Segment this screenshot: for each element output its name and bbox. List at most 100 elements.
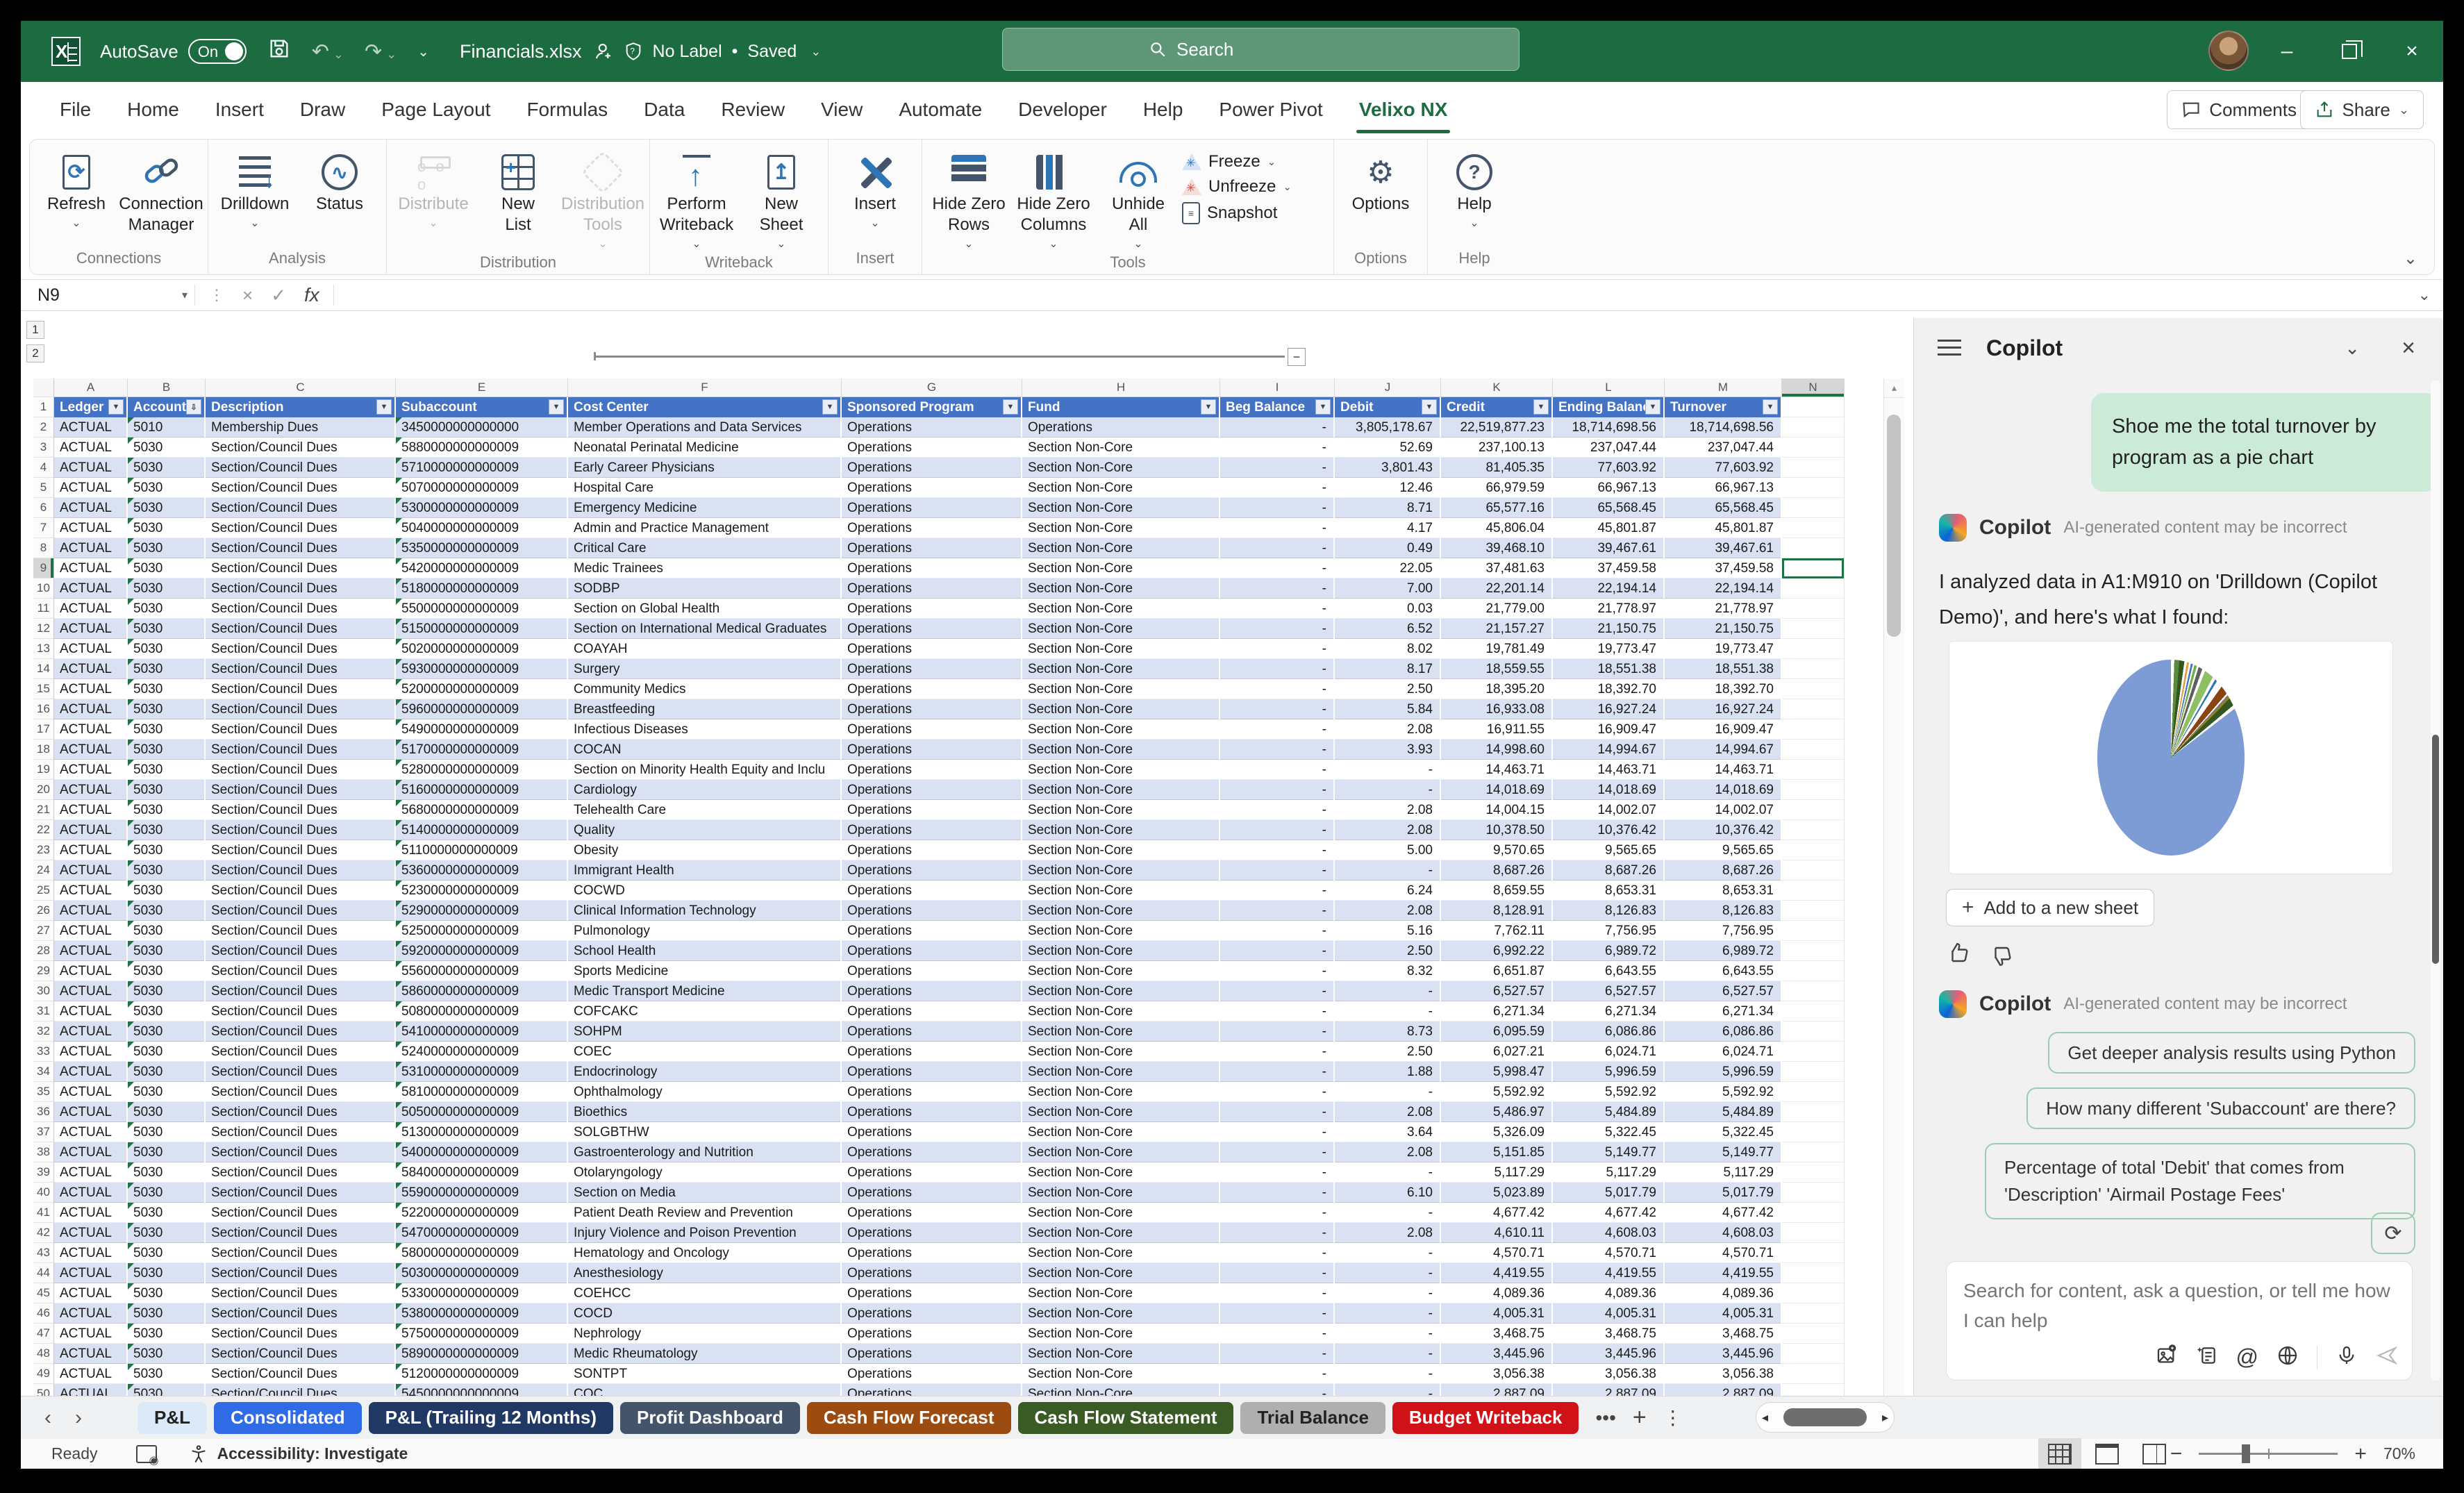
table-row[interactable]: 37ACTUAL5030Section/Council Dues51300000… xyxy=(21,1122,1910,1142)
row-number[interactable]: 38 xyxy=(33,1142,54,1162)
zoom-slider[interactable] xyxy=(2199,1453,2338,1455)
row-number[interactable]: 15 xyxy=(33,679,54,699)
header-account[interactable]: Account⇩ xyxy=(128,397,206,417)
add-image-icon[interactable] xyxy=(2156,1344,2178,1370)
header-fund[interactable]: Fund▼ xyxy=(1022,397,1220,417)
quick-access-chevron-icon[interactable]: ⌄ xyxy=(417,43,429,60)
table-row[interactable]: 35ACTUAL5030Section/Council Dues58100000… xyxy=(21,1082,1910,1102)
table-row[interactable]: 33ACTUAL5030Section/Council Dues52400000… xyxy=(21,1042,1910,1062)
scroll-up-icon[interactable]: ▴ xyxy=(1884,378,1904,398)
table-row[interactable]: 14ACTUAL5030Section/Council Dues59300000… xyxy=(21,659,1910,679)
row-number[interactable]: 26 xyxy=(33,901,54,921)
copilot-input[interactable]: Search for content, ask a question, or t… xyxy=(1946,1261,2413,1381)
freeze-button[interactable]: ✳Freeze⌄ xyxy=(1182,152,1328,172)
row-number[interactable]: 7 xyxy=(33,518,54,538)
row-number[interactable]: 8 xyxy=(33,538,54,558)
table-row[interactable]: 7ACTUAL5030Section/Council Dues504000000… xyxy=(21,518,1910,538)
zoom-level[interactable]: 70% xyxy=(2383,1444,2415,1463)
page-break-view-button[interactable] xyxy=(2133,1438,2176,1469)
table-row[interactable]: 49ACTUAL5030Section/Council Dues51200000… xyxy=(21,1364,1910,1384)
row-number[interactable]: 21 xyxy=(33,800,54,820)
save-icon[interactable] xyxy=(267,37,291,66)
row-number[interactable]: 48 xyxy=(33,1344,54,1364)
table-row[interactable]: 31ACTUAL5030Section/Council Dues50800000… xyxy=(21,1001,1910,1021)
macro-record-icon[interactable] xyxy=(136,1445,157,1463)
menu-icon[interactable] xyxy=(1938,340,1961,356)
outline-level-2-button[interactable]: 2 xyxy=(26,344,44,362)
expand-formula-bar-icon[interactable]: ⌄ xyxy=(2418,286,2431,304)
filter-icon[interactable]: ▼ xyxy=(1763,399,1778,415)
table-row[interactable]: 4ACTUAL5030Section/Council Dues571000000… xyxy=(21,458,1910,478)
sheet-tabs-scrollbar[interactable]: ◂ ▸ xyxy=(1756,1402,1895,1433)
column-header-N[interactable]: N xyxy=(1782,378,1845,397)
avatar[interactable] xyxy=(2208,31,2249,71)
table-row[interactable]: 43ACTUAL5030Section/Council Dues58000000… xyxy=(21,1243,1910,1263)
filter-icon[interactable]: ▼ xyxy=(1533,399,1549,415)
row-number[interactable]: 25 xyxy=(33,881,54,901)
row-number[interactable]: 6 xyxy=(33,498,54,518)
row-number[interactable]: 30 xyxy=(33,981,54,1001)
copilot-collapse-chevron-icon[interactable]: ⌄ xyxy=(2345,337,2360,359)
ribbon-tab-page-layout[interactable]: Page Layout xyxy=(363,82,508,137)
table-row[interactable]: 25ACTUAL5030Section/Council Dues52300000… xyxy=(21,881,1910,901)
new-sheet-button[interactable]: ↥New Sheet⌄ xyxy=(740,147,822,251)
perform-writeback-button[interactable]: Perform Writeback⌄ xyxy=(656,147,738,251)
table-row[interactable]: 6ACTUAL5030Section/Council Dues530000000… xyxy=(21,498,1910,518)
header-credit[interactable]: Credit▼ xyxy=(1441,397,1553,417)
table-row[interactable]: 36ACTUAL5030Section/Council Dues50500000… xyxy=(21,1102,1910,1122)
table-row[interactable]: 13ACTUAL5030Section/Council Dues50200000… xyxy=(21,639,1910,659)
table-row[interactable]: 12ACTUAL5030Section/Council Dues51500000… xyxy=(21,619,1910,639)
header-debit[interactable]: Debit▼ xyxy=(1335,397,1441,417)
row-number[interactable]: 32 xyxy=(33,1021,54,1042)
row-number[interactable]: 10 xyxy=(33,578,54,599)
collapse-ribbon-chevron-icon[interactable]: ⌄ xyxy=(2404,249,2417,269)
table-row[interactable]: 24ACTUAL5030Section/Council Dues53600000… xyxy=(21,860,1910,881)
row-number[interactable]: 5 xyxy=(33,478,54,498)
sensitivity-shield-icon[interactable]: ? xyxy=(624,42,643,61)
table-row[interactable]: 9ACTUAL5030Section/Council Dues542000000… xyxy=(21,558,1910,578)
zoom-out-icon[interactable]: − xyxy=(2170,1442,2183,1466)
row-number[interactable]: 47 xyxy=(33,1324,54,1344)
header-beg-balance[interactable]: Beg Balance▼ xyxy=(1220,397,1335,417)
thumbs-up-icon[interactable] xyxy=(1947,940,1972,969)
table-row[interactable]: 41ACTUAL5030Section/Council Dues52200000… xyxy=(21,1203,1910,1223)
drag-dots-icon[interactable]: ⋮ xyxy=(209,286,224,304)
row-number[interactable]: 34 xyxy=(33,1062,54,1082)
sheet-tab-cash-flow-forecast[interactable]: Cash Flow Forecast xyxy=(807,1402,1011,1434)
zoom-slider-thumb[interactable] xyxy=(2242,1444,2250,1463)
sheet-tab-p-l[interactable]: P&L xyxy=(138,1402,207,1434)
snapshot-button[interactable]: ≡Snapshot xyxy=(1182,202,1328,224)
table-row[interactable]: 48ACTUAL5030Section/Council Dues58900000… xyxy=(21,1344,1910,1364)
column-header-C[interactable]: C xyxy=(206,378,396,397)
more-sheets-button[interactable]: ••• xyxy=(1595,1407,1615,1429)
selected-cell-N9[interactable] xyxy=(1782,558,1845,578)
table-row[interactable]: 22ACTUAL5030Section/Council Dues51400000… xyxy=(21,820,1910,840)
comments-button[interactable]: Comments xyxy=(2167,90,2311,129)
table-row[interactable]: 38ACTUAL5030Section/Council Dues54000000… xyxy=(21,1142,1910,1162)
options-button[interactable]: ⚙Options xyxy=(1340,147,1422,215)
row-number[interactable]: 18 xyxy=(33,740,54,760)
zoom-in-icon[interactable]: + xyxy=(2354,1442,2367,1466)
column-header-F[interactable]: F xyxy=(568,378,842,397)
header-ledger[interactable]: Ledger▼ xyxy=(54,397,128,417)
table-row[interactable]: 5ACTUAL5030Section/Council Dues507000000… xyxy=(21,478,1910,498)
table-row[interactable]: 19ACTUAL5030Section/Council Dues52800000… xyxy=(21,760,1910,780)
row-number[interactable]: 43 xyxy=(33,1243,54,1263)
outline-level-1-button[interactable]: 1 xyxy=(26,321,44,339)
insert-function-icon[interactable]: fx xyxy=(304,284,319,306)
row-number[interactable]: 41 xyxy=(33,1203,54,1223)
sheet-tab-trial-balance[interactable]: Trial Balance xyxy=(1240,1402,1385,1434)
hide-zero-rows-button[interactable]: Hide Zero Rows⌄ xyxy=(928,147,1010,251)
document-title[interactable]: Financials.xlsx xyxy=(460,41,582,62)
scrollbar-thumb[interactable] xyxy=(1887,415,1901,637)
filter-icon[interactable]: ⇩ xyxy=(186,399,201,415)
table-row[interactable]: 32ACTUAL5030Section/Council Dues54100000… xyxy=(21,1021,1910,1042)
grid-vertical-scrollbar[interactable]: ▴ xyxy=(1883,378,1904,1396)
status-button[interactable]: ∿Status xyxy=(299,147,381,215)
column-header-J[interactable]: J xyxy=(1335,378,1441,397)
sheet-tab-p-l-trailing-12-months-[interactable]: P&L (Trailing 12 Months) xyxy=(369,1402,613,1434)
suggestion-chip[interactable]: Percentage of total 'Debit' that comes f… xyxy=(1985,1143,2415,1219)
restore-button[interactable] xyxy=(2318,21,2381,82)
scroll-right-icon[interactable]: ▸ xyxy=(1876,1410,1894,1425)
connection-manager-button[interactable]: Connection Manager xyxy=(120,147,202,235)
